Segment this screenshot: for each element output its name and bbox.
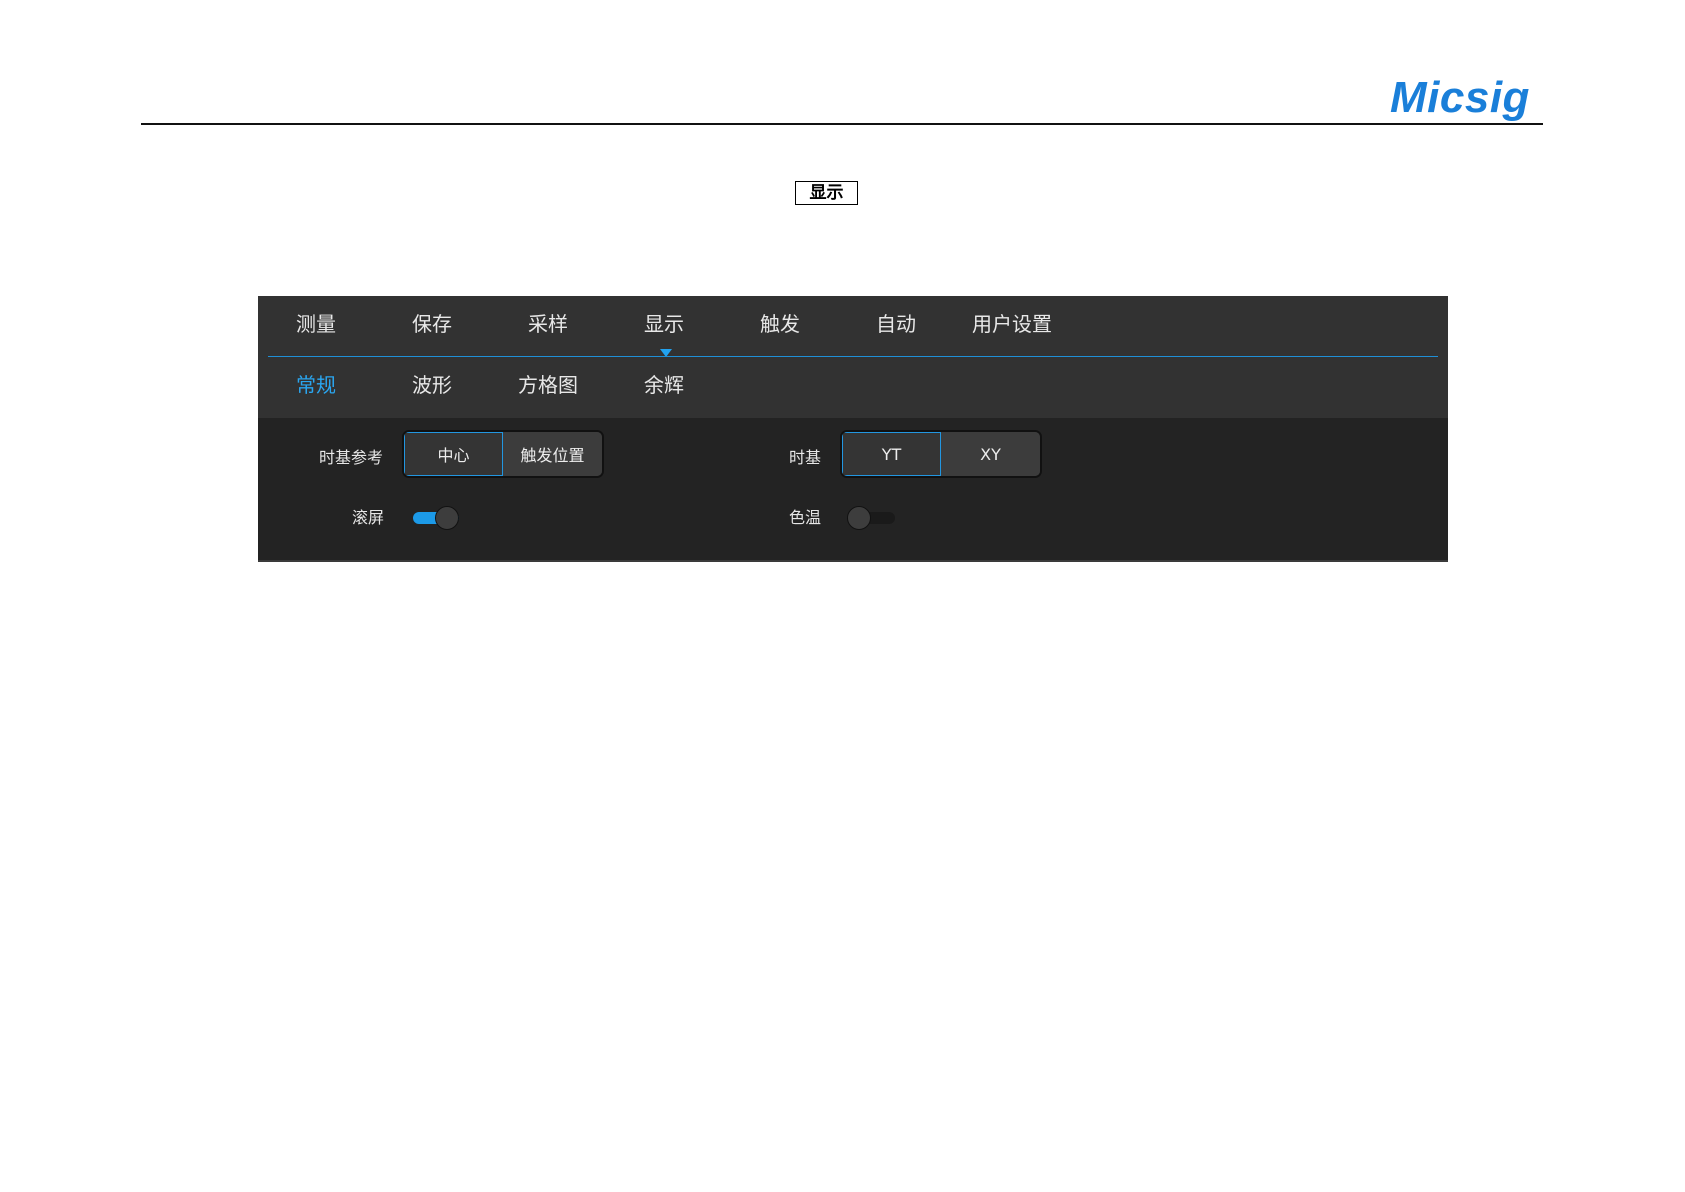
subtab-waveform[interactable]: 波形 [374, 373, 490, 397]
tab-acquire[interactable]: 采样 [490, 312, 606, 336]
time-reference-label: 时基参考 [319, 448, 384, 467]
time-reference-selector: 中心 触发位置 [402, 430, 604, 478]
oscilloscope-menu-screenshot: 测量 保存 采样 显示 触发 自动 用户设置 常规 波形 方格图 余辉 时基参考… [258, 296, 1448, 562]
main-menu-bar: 测量 保存 采样 显示 触发 自动 用户设置 常规 波形 方格图 余辉 [258, 296, 1448, 418]
tab-auto[interactable]: 自动 [838, 312, 954, 336]
timebase-label: 时基 [789, 448, 822, 467]
toggle-knob [847, 506, 871, 530]
display-key-label: 显示 [795, 181, 858, 205]
tab-save[interactable]: 保存 [374, 312, 490, 336]
subtab-general[interactable]: 常规 [258, 373, 374, 397]
tab-trigger[interactable]: 触发 [722, 312, 838, 336]
panel-bottom-edge [258, 560, 1448, 562]
tab-user-settings[interactable]: 用户设置 [954, 312, 1070, 336]
timebase-xy-option[interactable]: XY [941, 432, 1040, 476]
timebase-yt-option[interactable]: YT [842, 432, 941, 476]
timebase-selector: YT XY [840, 430, 1042, 478]
tab-measure[interactable]: 测量 [258, 312, 374, 336]
manual-page: Micsig 显示 测量 保存 采样 显示 触发 自动 用户设置 常规 波形 方… [0, 0, 1685, 1192]
subtab-grid[interactable]: 方格图 [490, 373, 606, 397]
toggle-knob [435, 506, 459, 530]
color-temp-toggle[interactable] [847, 505, 897, 531]
micsig-logo: Micsig [1390, 73, 1530, 122]
color-temp-label: 色温 [789, 508, 822, 527]
time-ref-center-option[interactable]: 中心 [404, 432, 503, 476]
time-ref-trigger-option[interactable]: 触发位置 [503, 432, 602, 476]
scroll-toggle[interactable] [411, 505, 461, 531]
tab-display[interactable]: 显示 [606, 312, 722, 336]
header-rule [141, 123, 1543, 125]
menu-divider [268, 356, 1438, 357]
subtab-persistence[interactable]: 余辉 [606, 373, 722, 397]
scroll-label: 滚屏 [352, 508, 385, 527]
